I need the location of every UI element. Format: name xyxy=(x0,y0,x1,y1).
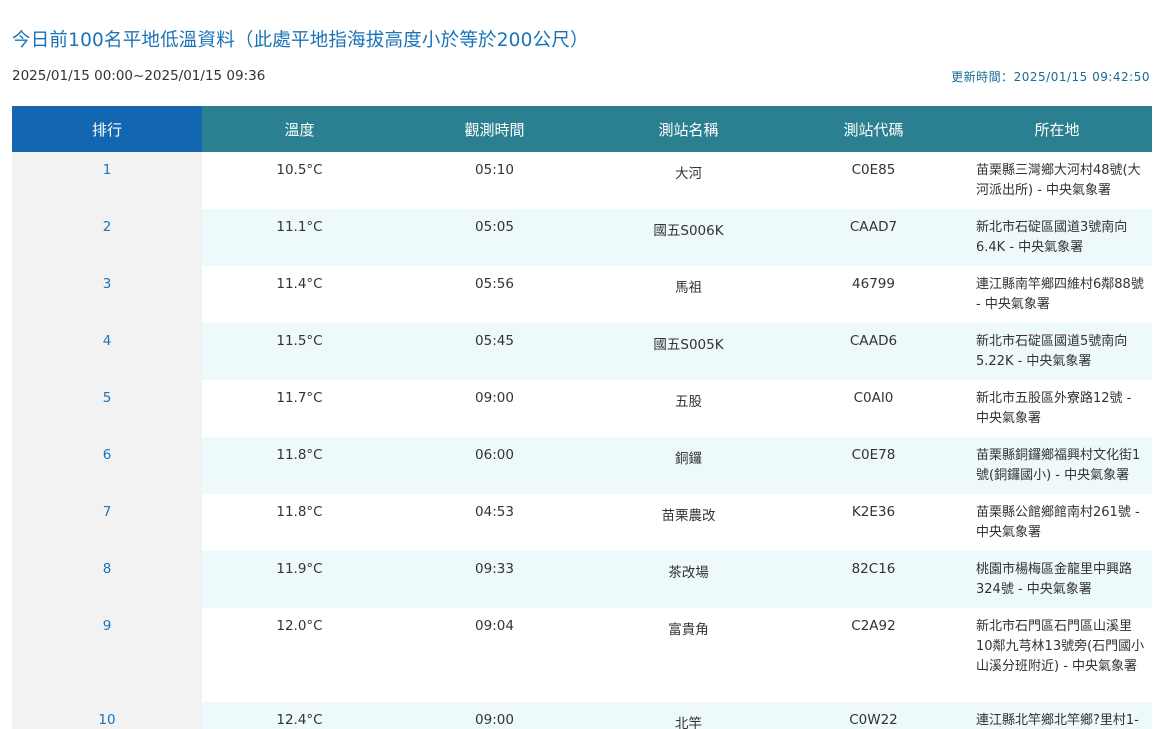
table-row: 5 11.7°C 09:00 五股 C0AI0 新北市五股區外寮路12號 - 中… xyxy=(12,380,1152,437)
low-temp-table: 排行 溫度 觀測時間 測站名稱 測站代碼 所在地 1 10.5°C 05:10 … xyxy=(12,106,1152,729)
temperature-cell: 11.8°C xyxy=(202,494,397,551)
location-cell: 連江縣南竿鄉四維村6鄰88號 - 中央氣象署 xyxy=(962,266,1152,323)
column-header-station-code[interactable]: 測站代碼 xyxy=(785,106,962,152)
station-code-cell: C2A92 xyxy=(785,608,962,702)
update-time: 更新時間：2025/01/15 09:42:50 xyxy=(951,70,1150,84)
temperature-cell: 11.1°C xyxy=(202,209,397,266)
time-cell: 09:04 xyxy=(397,608,592,702)
page-title: 今日前100名平地低溫資料（此處平地指海拔高度小於等於200公尺） xyxy=(12,30,589,51)
station-name-cell: 銅鑼 xyxy=(592,437,785,494)
location-cell: 新北市五股區外寮路12號 - 中央氣象署 xyxy=(962,380,1152,437)
station-name-cell: 苗栗農改 xyxy=(592,494,785,551)
table-header-row: 排行 溫度 觀測時間 測站名稱 測站代碼 所在地 xyxy=(12,106,1152,152)
station-code-cell: C0W22 xyxy=(785,702,962,729)
temperature-cell: 11.5°C xyxy=(202,323,397,380)
station-name-cell: 國五S006K xyxy=(592,209,785,266)
column-header-observation-time[interactable]: 觀測時間 xyxy=(397,106,592,152)
rank-cell: 5 xyxy=(12,380,202,437)
temperature-cell: 11.4°C xyxy=(202,266,397,323)
table-row: 9 12.0°C 09:04 富貴角 C2A92 新北市石門區石門區山溪里10鄰… xyxy=(12,608,1152,702)
table-row: 2 11.1°C 05:05 國五S006K CAAD7 新北市石碇區國道3號南… xyxy=(12,209,1152,266)
time-cell: 05:56 xyxy=(397,266,592,323)
location-cell: 新北市石碇區國道5號南向5.22K - 中央氣象署 xyxy=(962,323,1152,380)
table-row: 1 10.5°C 05:10 大河 C0E85 苗栗縣三灣鄉大河村48號(大河派… xyxy=(12,152,1152,209)
location-cell: 苗栗縣三灣鄉大河村48號(大河派出所) - 中央氣象署 xyxy=(962,152,1152,209)
rank-cell: 3 xyxy=(12,266,202,323)
station-code-cell: 46799 xyxy=(785,266,962,323)
station-name-cell: 五股 xyxy=(592,380,785,437)
table-row: 7 11.8°C 04:53 苗栗農改 K2E36 苗栗縣公館鄉館南村261號 … xyxy=(12,494,1152,551)
temperature-cell: 12.0°C xyxy=(202,608,397,702)
temperature-cell: 12.4°C xyxy=(202,702,397,729)
page: 今日前100名平地低溫資料（此處平地指海拔高度小於等於200公尺） 2025/0… xyxy=(0,0,1162,729)
station-code-cell: C0E85 xyxy=(785,152,962,209)
station-name-cell: 富貴角 xyxy=(592,608,785,702)
station-name-cell: 國五S005K xyxy=(592,323,785,380)
station-name-cell: 北竿 xyxy=(592,702,785,729)
location-cell: 桃園市楊梅區金龍里中興路324號 - 中央氣象署 xyxy=(962,551,1152,608)
location-cell: 新北市石門區石門區山溪里10鄰九芎林13號旁(石門國小山溪分班附近) - 中央氣… xyxy=(962,608,1152,702)
time-cell: 04:53 xyxy=(397,494,592,551)
time-cell: 05:10 xyxy=(397,152,592,209)
temperature-cell: 10.5°C xyxy=(202,152,397,209)
station-code-cell: C0E78 xyxy=(785,437,962,494)
rank-cell: 9 xyxy=(12,608,202,702)
rank-cell: 2 xyxy=(12,209,202,266)
rank-cell: 7 xyxy=(12,494,202,551)
rank-cell: 8 xyxy=(12,551,202,608)
station-name-cell: 大河 xyxy=(592,152,785,209)
table-row: 10 12.4°C 09:00 北竿 C0W22 連江縣北竿鄉北竿鄉?里村1-1… xyxy=(12,702,1152,729)
station-code-cell: CAAD7 xyxy=(785,209,962,266)
station-code-cell: 82C16 xyxy=(785,551,962,608)
location-cell: 連江縣北竿鄉北竿鄉?里村1-1號 - 中央氣象署 xyxy=(962,702,1152,729)
column-header-rank[interactable]: 排行 xyxy=(12,106,202,152)
column-header-temperature[interactable]: 溫度 xyxy=(202,106,397,152)
station-code-cell: C0AI0 xyxy=(785,380,962,437)
table-row: 6 11.8°C 06:00 銅鑼 C0E78 苗栗縣銅鑼鄉福興村文化街1號(銅… xyxy=(12,437,1152,494)
rank-cell: 4 xyxy=(12,323,202,380)
station-name-cell: 馬祖 xyxy=(592,266,785,323)
station-name-cell: 茶改場 xyxy=(592,551,785,608)
column-header-station-name[interactable]: 測站名稱 xyxy=(592,106,785,152)
time-cell: 05:45 xyxy=(397,323,592,380)
time-cell: 09:33 xyxy=(397,551,592,608)
rank-cell: 10 xyxy=(12,702,202,729)
column-header-location[interactable]: 所在地 xyxy=(962,106,1152,152)
location-cell: 新北市石碇區國道3號南向6.4K - 中央氣象署 xyxy=(962,209,1152,266)
station-code-cell: CAAD6 xyxy=(785,323,962,380)
table-row: 3 11.4°C 05:56 馬祖 46799 連江縣南竿鄉四維村6鄰88號 -… xyxy=(12,266,1152,323)
location-cell: 苗栗縣公館鄉館南村261號 - 中央氣象署 xyxy=(962,494,1152,551)
temperature-cell: 11.7°C xyxy=(202,380,397,437)
rank-cell: 1 xyxy=(12,152,202,209)
table-row: 4 11.5°C 05:45 國五S005K CAAD6 新北市石碇區國道5號南… xyxy=(12,323,1152,380)
time-cell: 09:00 xyxy=(397,702,592,729)
rank-cell: 6 xyxy=(12,437,202,494)
temperature-cell: 11.9°C xyxy=(202,551,397,608)
time-cell: 06:00 xyxy=(397,437,592,494)
time-cell: 05:05 xyxy=(397,209,592,266)
table-row: 8 11.9°C 09:33 茶改場 82C16 桃園市楊梅區金龍里中興路324… xyxy=(12,551,1152,608)
time-cell: 09:00 xyxy=(397,380,592,437)
station-code-cell: K2E36 xyxy=(785,494,962,551)
temperature-cell: 11.8°C xyxy=(202,437,397,494)
location-cell: 苗栗縣銅鑼鄉福興村文化街1號(銅鑼國小) - 中央氣象署 xyxy=(962,437,1152,494)
time-range: 2025/01/15 00:00~2025/01/15 09:36 xyxy=(12,68,266,84)
